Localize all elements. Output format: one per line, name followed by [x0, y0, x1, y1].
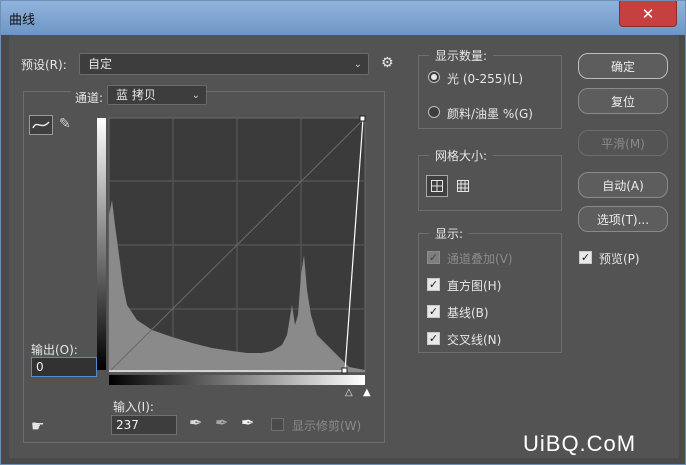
smooth-button[interactable]: 平滑(M): [578, 130, 668, 156]
title-bar[interactable]: 曲线 ✕: [1, 1, 685, 35]
preview-checkbox[interactable]: ✓: [579, 251, 592, 264]
channel-overlay-label: 通道叠加(V): [447, 252, 513, 266]
black-point-slider[interactable]: △: [345, 387, 353, 398]
baseline-label: 基线(B): [447, 306, 489, 320]
channel-label: 通道:: [71, 89, 108, 106]
display-amount-title: 显示数量:: [429, 47, 494, 64]
simple-grid-button[interactable]: [426, 175, 448, 197]
close-button[interactable]: ✕: [619, 1, 677, 27]
chevron-down-icon: ⌄: [353, 59, 362, 70]
preset-select[interactable]: 自定 ⌄: [79, 53, 369, 75]
display-title: 显示:: [429, 225, 470, 242]
grid-4-icon: [431, 180, 443, 192]
preview-label: 预览(P): [599, 252, 640, 266]
channel-value: 蓝 拷贝: [116, 88, 156, 102]
curve-point[interactable]: [359, 115, 366, 122]
grid-size-title: 网格大小:: [429, 147, 494, 164]
output-field[interactable]: 0: [31, 357, 97, 377]
dialog-title: 曲线: [9, 13, 36, 28]
pencil-icon[interactable]: ✎: [59, 116, 71, 132]
input-gradient-bar: [109, 375, 365, 385]
input-field[interactable]: 237: [111, 415, 177, 435]
channel-overlay-checkbox[interactable]: ✓: [427, 251, 440, 264]
output-gradient-bar: [97, 118, 106, 370]
curves-dialog: 曲线 ✕ 预设(R): 自定 ⌄ ⚙ 通道: 蓝 拷贝 ⌄ ✎ △ ▲ 输出(O…: [0, 0, 686, 465]
chevron-down-icon: ⌄: [191, 90, 200, 101]
curve-edit-tool[interactable]: [29, 115, 53, 135]
reset-button[interactable]: 复位: [578, 88, 668, 114]
pigment-radio-label: 颜料/油墨 %(G): [447, 107, 533, 121]
watermark: UiBQ.CoM: [523, 431, 637, 456]
detailed-grid-button[interactable]: [452, 175, 474, 197]
white-point-slider[interactable]: ▲: [363, 387, 371, 398]
intersection-checkbox[interactable]: ✓: [427, 332, 440, 345]
input-label: 输入(I):: [113, 400, 154, 414]
curve-graph[interactable]: [97, 115, 369, 389]
auto-button[interactable]: 自动(A): [578, 172, 668, 198]
black-eyedropper-icon[interactable]: ✒: [189, 413, 202, 432]
gear-icon[interactable]: ⚙: [381, 55, 394, 71]
dialog-content: 预设(R): 自定 ⌄ ⚙ 通道: 蓝 拷贝 ⌄ ✎ △ ▲ 输出(O): 0 …: [9, 35, 679, 458]
intersection-label: 交叉线(N): [447, 333, 502, 347]
white-eyedropper-icon[interactable]: ✒: [241, 413, 254, 432]
show-clipping-label: 显示修剪(W): [292, 419, 362, 433]
curve-point[interactable]: [341, 367, 348, 374]
channel-select[interactable]: 蓝 拷贝 ⌄: [107, 85, 207, 105]
light-radio-label: 光 (0-255)(L): [447, 72, 524, 86]
show-clipping-checkbox[interactable]: [271, 418, 284, 431]
target-adjustment-icon[interactable]: ☛: [31, 417, 44, 435]
output-label: 输出(O):: [31, 343, 78, 357]
preset-label: 预设(R):: [21, 58, 67, 72]
options-button[interactable]: 选项(T)...: [578, 206, 668, 232]
preset-value: 自定: [88, 57, 113, 71]
histogram-checkbox[interactable]: ✓: [427, 278, 440, 291]
gray-eyedropper-icon[interactable]: ✒: [215, 413, 228, 432]
curve-icon: [32, 121, 50, 129]
grid-10-icon: [457, 180, 469, 192]
light-radio[interactable]: [428, 71, 440, 83]
ok-button[interactable]: 确定: [578, 53, 668, 79]
histogram-label: 直方图(H): [447, 279, 502, 293]
baseline-checkbox[interactable]: ✓: [427, 305, 440, 318]
pigment-radio[interactable]: [428, 106, 440, 118]
